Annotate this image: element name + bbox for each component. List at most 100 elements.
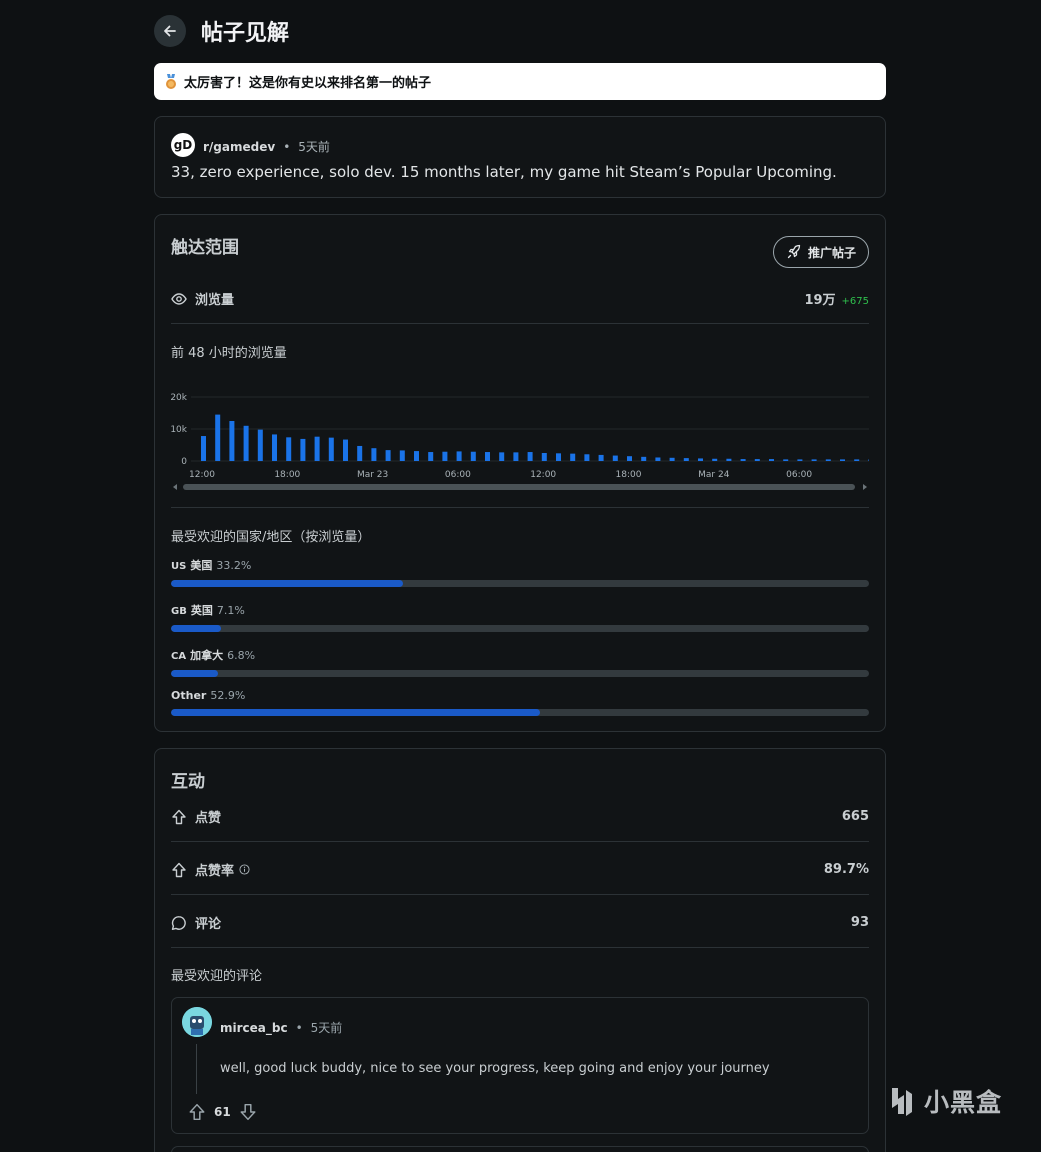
chart-bar[interactable] (769, 459, 774, 461)
chart-bar[interactable] (300, 438, 306, 461)
chart-bar[interactable] (783, 459, 789, 461)
chart-bar[interactable] (627, 456, 632, 461)
chart-bar[interactable] (584, 454, 590, 461)
chart-bar[interactable] (229, 421, 235, 461)
top-comment-card[interactable]: mircea_bc • 5天前 well, good luck buddy, n… (171, 997, 869, 1134)
chart-bar[interactable] (669, 457, 675, 461)
post-title[interactable]: 33, zero experience, solo dev. 15 months… (171, 163, 837, 181)
downvote-icon[interactable] (239, 1103, 257, 1121)
chart-bar[interactable] (570, 453, 576, 461)
chart-bar[interactable] (612, 455, 618, 461)
chart-bar[interactable] (357, 445, 363, 461)
engagement-card: 互动 点赞 665 点赞率 89.7% 评论 93 最受欢迎的评论 mircea… (154, 748, 886, 1152)
page-title: 帖子见解 (201, 21, 290, 46)
chart-bar[interactable] (499, 452, 505, 461)
country-bar-fill (171, 709, 541, 716)
views-bar-chart[interactable]: 20k10k012:00 18:00 Mar 23 06:00 12:00 18:00 Ma… (171, 385, 869, 495)
divider (171, 947, 869, 948)
back-button[interactable] (154, 15, 186, 47)
chart-bar[interactable] (840, 459, 845, 461)
y-tick-label: 20k (171, 393, 188, 403)
chart-bar[interactable] (243, 425, 249, 461)
chart-bar[interactable] (854, 459, 860, 461)
chart-bar[interactable] (257, 429, 263, 461)
chart-bar[interactable] (598, 454, 604, 461)
chart-bar[interactable] (556, 453, 561, 461)
chart-bar[interactable] (272, 434, 277, 461)
comment-score: 61 (214, 1105, 231, 1119)
comment-vote-actions: 61 (188, 1103, 257, 1121)
chart-bar[interactable] (485, 452, 490, 461)
chart-bar[interactable] (314, 436, 320, 461)
scroll-left-icon[interactable] (173, 484, 177, 490)
watermark: 小黑盒 (884, 1083, 1002, 1119)
chart-bar[interactable] (726, 458, 732, 461)
xiaoheihe-logo-icon (892, 1088, 912, 1116)
subreddit-link[interactable]: r/gamedev (203, 140, 275, 154)
chart-bar[interactable] (215, 414, 221, 461)
chart-bar[interactable] (868, 459, 869, 461)
medal-icon (166, 73, 176, 89)
chart-bar[interactable] (442, 451, 448, 461)
chart-bar[interactable] (825, 459, 831, 461)
chart-bar[interactable] (513, 452, 519, 461)
comment-meta: mircea_bc • 5天前 (220, 1019, 342, 1036)
post-meta: r/gamedev • 5天前 (203, 138, 330, 155)
avatar[interactable] (182, 1007, 212, 1037)
chart-bar[interactable] (641, 456, 647, 461)
country-pct: 52.9% (210, 689, 246, 702)
y-tick-label: 0 (181, 457, 187, 467)
x-tick-label: 18:00 (616, 470, 642, 480)
chart-bar[interactable] (740, 459, 746, 461)
chart-bar[interactable] (343, 439, 348, 461)
chart-bar[interactable] (456, 451, 462, 461)
chart-bar[interactable] (527, 452, 533, 461)
post-age: 5天前 (298, 140, 330, 154)
comment-age: 5天前 (310, 1021, 343, 1035)
chart-bar[interactable] (414, 451, 419, 461)
chart-bar[interactable] (201, 436, 206, 461)
engagement-title: 互动 (171, 772, 205, 792)
chart-bar[interactable] (754, 459, 760, 461)
chart-bar[interactable] (399, 450, 405, 461)
views-row: 浏览量 19万 +675 (171, 289, 869, 308)
scroll-right-icon[interactable] (863, 484, 867, 490)
country-code: US (171, 561, 187, 572)
country-name: 美国 (190, 559, 213, 572)
chart-bar[interactable] (797, 459, 803, 461)
country-code: GB (171, 606, 187, 617)
country-bar-fill (171, 625, 221, 632)
snoo-avatar-icon (182, 1007, 212, 1037)
upvote-ratio-row: 点赞率 89.7% (171, 860, 869, 879)
chart-bar[interactable] (371, 448, 377, 461)
chart-bar[interactable] (428, 452, 434, 461)
country-row-us: US 美国 33.2% (171, 557, 869, 587)
chart-bar[interactable] (286, 437, 292, 461)
chart-bar[interactable] (683, 458, 689, 461)
x-tick-label: Mar 24 (698, 470, 730, 480)
watermark-text: 小黑盒 (924, 1088, 1003, 1117)
chart-bar[interactable] (328, 437, 334, 461)
chart-bar[interactable] (470, 451, 476, 461)
info-icon[interactable] (239, 864, 250, 875)
upvote-ratio-value: 89.7% (823, 862, 869, 877)
chart-bar[interactable] (698, 458, 703, 461)
x-tick-label: 18:00 (274, 470, 300, 480)
chart-bar[interactable] (811, 459, 817, 461)
chart-bar[interactable] (655, 457, 661, 461)
promote-post-button[interactable]: 推广帖子 (772, 236, 869, 268)
upvote-icon (172, 862, 186, 877)
chart-scrollbar[interactable] (183, 484, 855, 490)
upvote-ratio-label: 点赞率 (195, 864, 235, 879)
eye-icon (171, 292, 187, 305)
upvote-icon[interactable] (188, 1103, 206, 1121)
post-card[interactable]: gD r/gamedev • 5天前 33, zero experience, … (154, 116, 886, 198)
country-pct: 7.1% (216, 604, 245, 617)
country-row-other: Other 52.9% (171, 689, 869, 716)
comment-author[interactable]: mircea_bc (220, 1021, 288, 1035)
chart-bar[interactable] (712, 458, 718, 461)
divider (171, 507, 869, 508)
chart-bar[interactable] (385, 450, 391, 461)
chart-bar[interactable] (541, 453, 547, 461)
next-comment-card[interactable] (171, 1146, 869, 1152)
